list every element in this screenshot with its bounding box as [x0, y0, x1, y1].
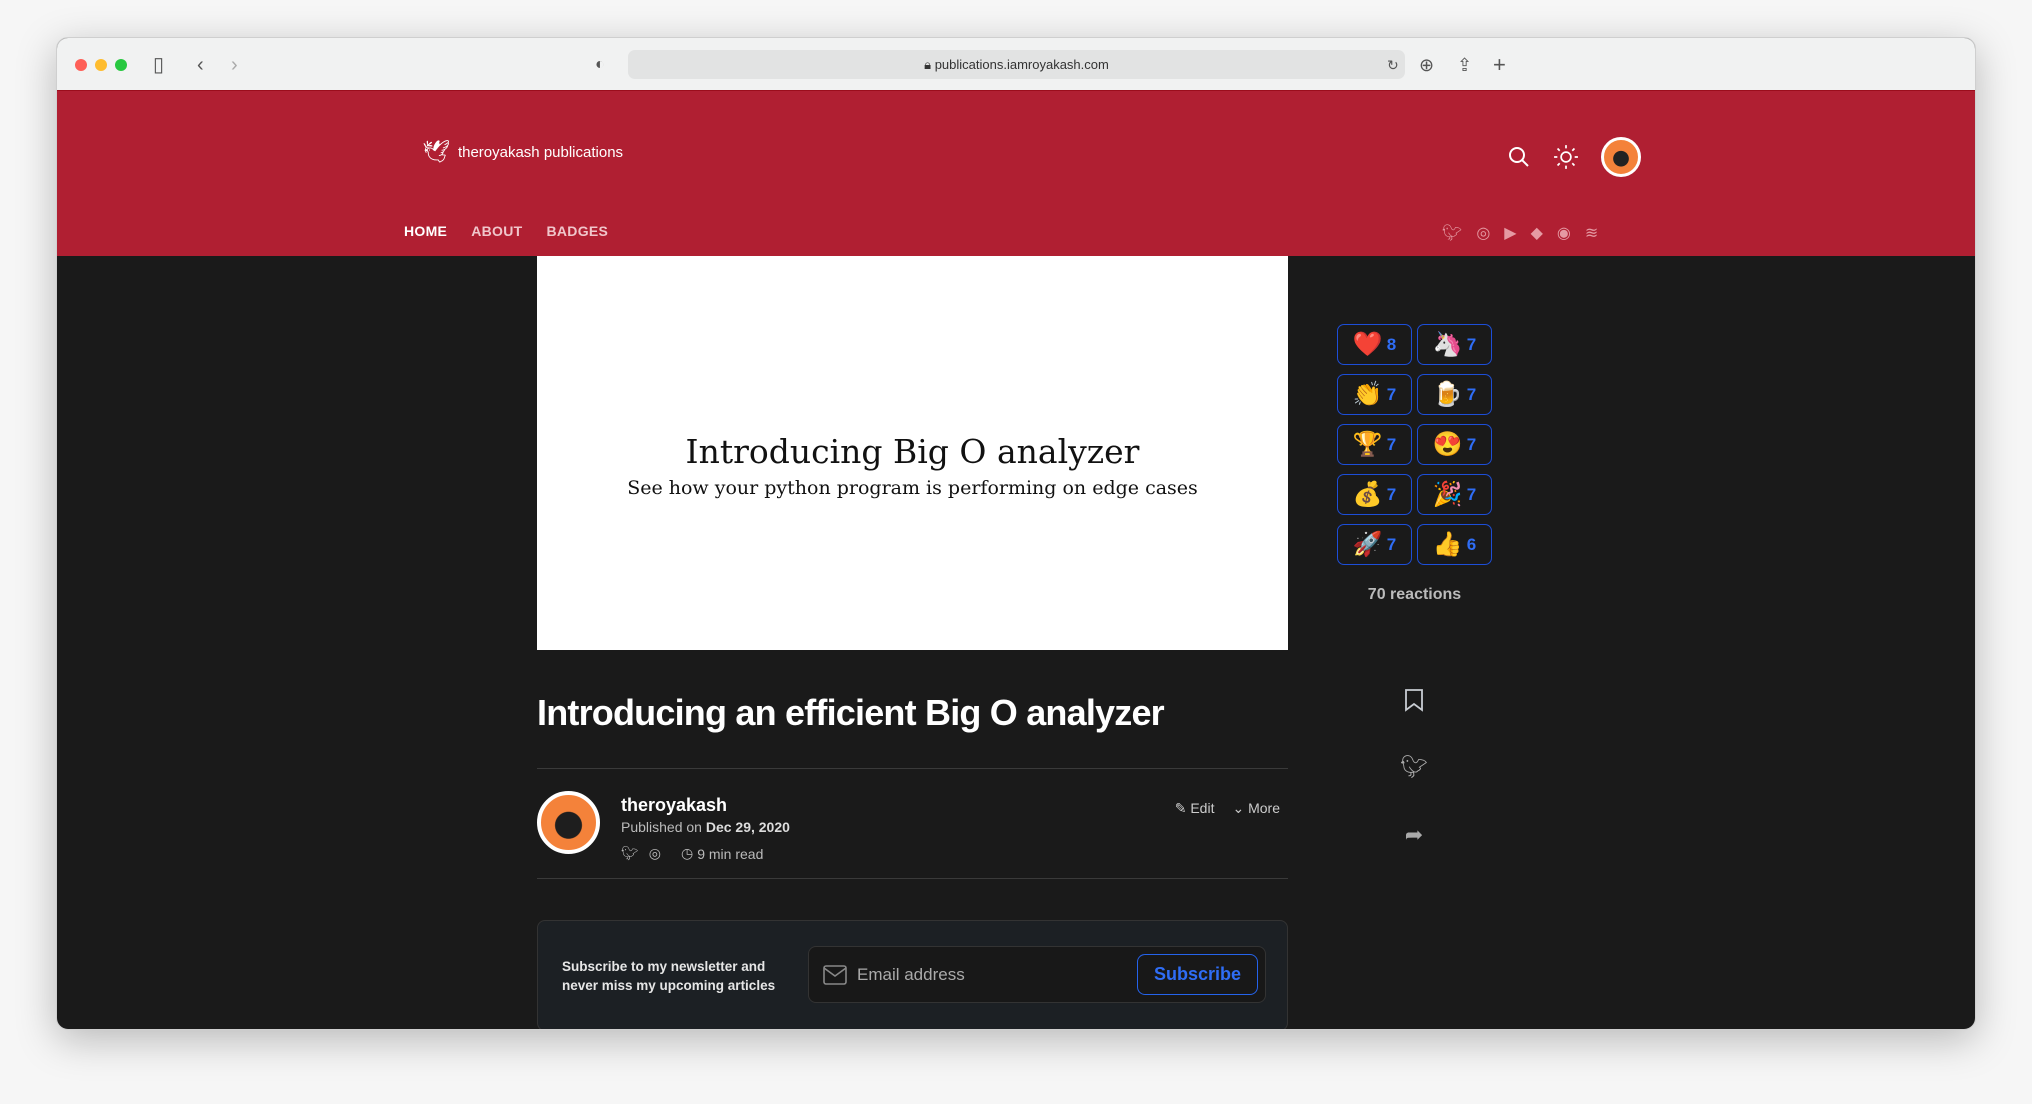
reaction-button[interactable]: 💰 7 [1337, 474, 1412, 515]
reaction-count: 7 [1386, 384, 1397, 404]
read-time: 9 min read [697, 845, 764, 862]
back-icon[interactable]: ‹ [197, 52, 204, 78]
author-meta: 🐦︎ ◎ ◷ 9 min read [621, 845, 763, 862]
reaction-emoji-icon: 🎉 [1432, 481, 1463, 508]
reactions-grid: ❤️ 8 🦄 7 👏 7 🍺 7 🏆 7 😍 7 💰 7 🎉 7 🚀 7 👍 6 [1337, 324, 1492, 565]
reaction-count: 7 [1466, 434, 1477, 454]
address-bar[interactable]: 🔒︎ publications.iamroyakash.com [628, 50, 1405, 79]
cover-image: Introducing Big O analyzer See how your … [537, 256, 1288, 650]
globe-icon[interactable]: ◉ [1557, 223, 1571, 243]
author-info: theroyakash Published on Dec 29, 2020 🐦︎… [537, 791, 1288, 862]
divider [537, 768, 1288, 769]
lock-icon: 🔒︎ [924, 57, 935, 72]
share-icon[interactable]: ➦ [1399, 822, 1429, 848]
reaction-emoji-icon: 🚀 [1352, 531, 1383, 558]
reaction-button[interactable]: 🚀 7 [1337, 524, 1412, 565]
twitter-icon[interactable]: 🐦︎ [1442, 223, 1462, 243]
cover-title: Introducing Big O analyzer [685, 432, 1140, 471]
site-logo[interactable]: 🕊︎ theroyakash publications [422, 139, 623, 165]
clock-icon: ◷ [681, 845, 694, 861]
reaction-button[interactable]: 👍 6 [1417, 524, 1492, 565]
mail-icon [823, 965, 847, 985]
bookmark-icon[interactable] [1399, 688, 1429, 718]
more-button[interactable]: ⌄ More [1232, 800, 1280, 817]
site-header: 🕊︎ theroyakash publications HOME ABOUT B… [57, 91, 1975, 256]
github-icon[interactable]: ◎ [1476, 223, 1490, 243]
reaction-count: 7 [1466, 484, 1477, 504]
author-avatar[interactable] [537, 791, 600, 854]
nav-about[interactable]: ABOUT [471, 223, 522, 239]
youtube-icon[interactable]: ▶ [1504, 223, 1516, 243]
reaction-emoji-icon: 😍 [1432, 431, 1463, 458]
browser-toolbar: ▯ ‹ › ◐ 🔒︎ publications.iamroyakash.com … [57, 38, 1975, 91]
reaction-button[interactable]: 🎉 7 [1417, 474, 1492, 515]
forward-icon[interactable]: › [231, 52, 238, 78]
rss-icon[interactable]: ≋ [1585, 223, 1598, 243]
newsletter-box: Subscribe to my newsletter and never miss… [537, 920, 1288, 1029]
reaction-count: 7 [1386, 534, 1397, 554]
reaction-button[interactable]: 👏 7 [1337, 374, 1412, 415]
user-avatar[interactable] [1601, 137, 1641, 177]
reactions-total: 70 reactions [1367, 586, 1462, 603]
reaction-count: 7 [1386, 434, 1397, 454]
maximize-window-button[interactable] [115, 59, 127, 71]
hashnode-icon[interactable]: ◆ [1531, 223, 1543, 243]
reaction-button[interactable]: 😍 7 [1417, 424, 1492, 465]
divider [537, 878, 1288, 879]
subscribe-button[interactable]: Subscribe [1136, 954, 1258, 995]
newsletter-text: Subscribe to my newsletter and never miss… [562, 959, 776, 993]
reaction-button[interactable]: 🏆 7 [1337, 424, 1412, 465]
cover-subtitle: See how your python program is performin… [627, 477, 1198, 499]
reaction-count: 8 [1386, 334, 1397, 354]
reaction-emoji-icon: 🍺 [1432, 381, 1463, 408]
shield-icon[interactable]: ◐ [595, 52, 605, 78]
reaction-emoji-icon: 👏 [1352, 381, 1383, 408]
reaction-count: 6 [1466, 534, 1477, 554]
reaction-count: 7 [1386, 484, 1397, 504]
twitter-share-icon[interactable]: 🐦︎ [1399, 754, 1429, 780]
close-window-button[interactable] [75, 59, 87, 71]
reaction-button[interactable]: 🦄 7 [1417, 324, 1492, 365]
twitter-icon[interactable]: 🐦︎ [621, 845, 639, 862]
newsletter-form: Subscribe [808, 946, 1266, 1003]
main-nav: HOME ABOUT BADGES [404, 223, 608, 239]
reaction-button[interactable]: 🍺 7 [1417, 374, 1492, 415]
reaction-emoji-icon: 🏆 [1352, 431, 1383, 458]
reaction-emoji-icon: 🦄 [1432, 331, 1463, 358]
sun-icon[interactable] [1553, 144, 1579, 170]
edit-button[interactable]: ✎ Edit [1175, 800, 1215, 817]
email-input[interactable] [857, 947, 1107, 1002]
sidebar-toggle-icon[interactable]: ▯ [153, 52, 164, 78]
header-actions [1507, 137, 1641, 177]
article-actions: ✎ Edit ⌄ More [1175, 800, 1280, 817]
search-icon[interactable] [1507, 145, 1531, 169]
nav-home[interactable]: HOME [404, 223, 447, 239]
download-icon[interactable]: ⊕ [1419, 52, 1434, 78]
article-title: Introducing an efficient Big O analyzer [537, 692, 1165, 733]
reaction-emoji-icon: 👍 [1432, 531, 1463, 558]
social-links: 🐦︎ ◎ ▶ ◆ ◉ ≋ [1442, 223, 1598, 243]
reload-icon[interactable]: ↻ [1387, 52, 1399, 78]
reaction-emoji-icon: 💰 [1352, 481, 1383, 508]
reaction-count: 7 [1466, 334, 1477, 354]
minimize-window-button[interactable] [95, 59, 107, 71]
reaction-count: 7 [1466, 384, 1477, 404]
chevron-down-circle-icon: ⌄ [1232, 800, 1249, 816]
reaction-emoji-icon: ❤️ [1352, 331, 1383, 358]
nav-badges[interactable]: BADGES [546, 223, 608, 239]
github-icon[interactable]: ◎ [649, 845, 661, 862]
reaction-button[interactable]: ❤️ 8 [1337, 324, 1412, 365]
new-tab-icon[interactable]: + [1493, 52, 1506, 78]
browser-window: ▯ ‹ › ◐ 🔒︎ publications.iamroyakash.com … [56, 37, 1976, 1030]
author-name[interactable]: theroyakash [621, 795, 727, 816]
pencil-icon: ✎ [1174, 800, 1191, 816]
publish-date: Published on Dec 29, 2020 [621, 819, 790, 835]
eagle-logo-icon: 🕊︎ [422, 139, 450, 164]
share-icon[interactable]: ⇪ [1457, 52, 1472, 78]
